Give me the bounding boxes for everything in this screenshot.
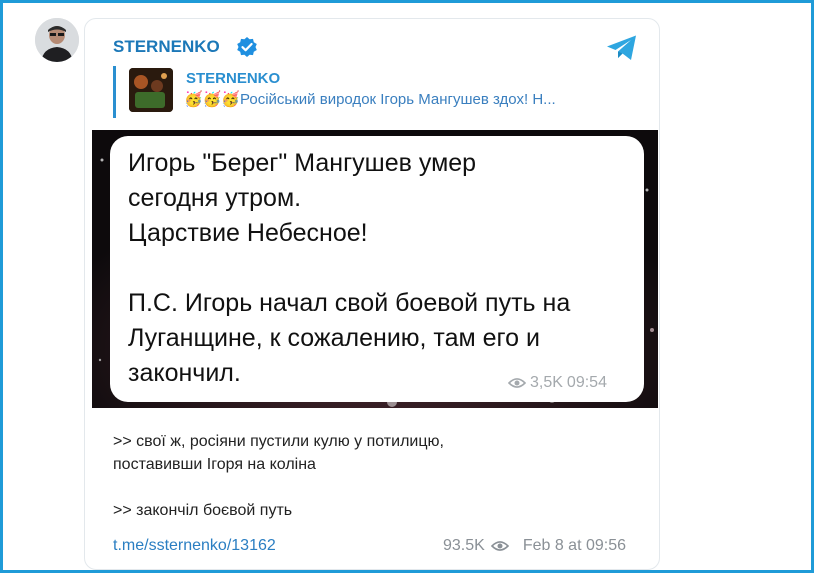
eye-icon bbox=[508, 378, 526, 388]
bubble-meta: 3,5K 09:54 bbox=[508, 374, 607, 392]
verified-badge-icon bbox=[237, 37, 257, 57]
bubble-message-text: Игорь "Берег" Мангушев умер сегодня утро… bbox=[128, 149, 571, 387]
post-meta: 93.5K Feb 8 at 09:56 bbox=[443, 537, 626, 555]
channel-avatar[interactable] bbox=[35, 18, 79, 62]
reply-preview-text: 🥳🥳🥳Російський виродок Ігорь Мангушев здо… bbox=[184, 91, 556, 108]
post-link[interactable]: t.me/ssternenko/13162 bbox=[113, 537, 276, 555]
post-views: 93.5K bbox=[443, 537, 485, 554]
channel-name[interactable]: STERNENKO bbox=[113, 37, 220, 57]
bubble-views: 3,5K bbox=[530, 374, 563, 391]
reply-channel-name: STERNENKO bbox=[186, 70, 281, 87]
caption-line: поставивши Ігоря на коліна bbox=[113, 456, 316, 473]
reply-thumbnail bbox=[129, 68, 173, 112]
telegram-icon[interactable] bbox=[606, 34, 638, 62]
bubble-time: 09:54 bbox=[566, 374, 607, 391]
eye-icon bbox=[490, 541, 509, 551]
caption-line: >> свої ж, росіяни пустили кулю у потили… bbox=[113, 433, 444, 450]
post-caption: >> свої ж, росіяни пустили кулю у потили… bbox=[113, 430, 643, 522]
post-date[interactable]: Feb 8 at 09:56 bbox=[523, 537, 626, 555]
caption-line: >> закончіл боєвой путь bbox=[113, 502, 293, 519]
